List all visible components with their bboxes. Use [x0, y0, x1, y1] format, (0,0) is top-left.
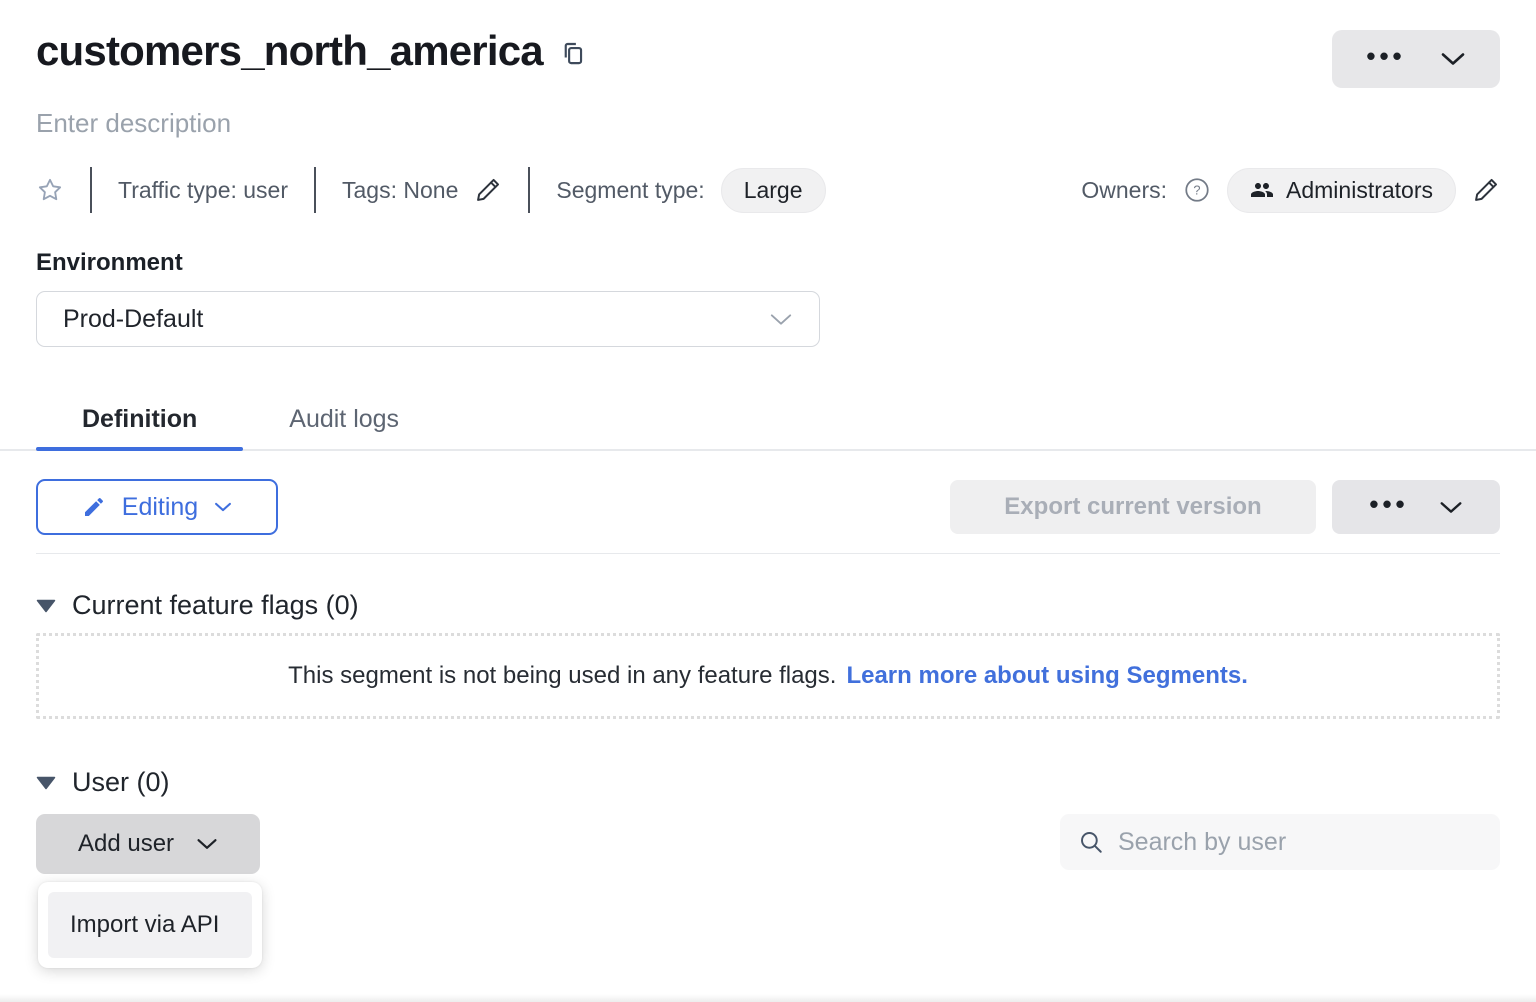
- star-icon: [36, 176, 64, 204]
- add-user-dropdown-menu: Import via API: [38, 882, 262, 968]
- edit-tags-button[interactable]: [474, 176, 502, 204]
- bottom-edge-shadow: [0, 994, 1536, 1002]
- copy-name-button[interactable]: [559, 38, 586, 68]
- user-search-box: [1060, 814, 1500, 870]
- tab-definition[interactable]: Definition: [36, 389, 243, 449]
- traffic-type-label: Traffic type: user: [118, 177, 288, 204]
- segment-more-actions-button[interactable]: •••: [1332, 30, 1500, 88]
- search-by-user-input[interactable]: [1118, 828, 1482, 857]
- environment-select[interactable]: Prod-Default: [36, 291, 820, 347]
- chevron-down-icon: [1439, 500, 1463, 515]
- learn-more-link[interactable]: Learn more about using Segments.: [846, 662, 1247, 690]
- tab-audit-logs[interactable]: Audit logs: [243, 389, 445, 449]
- ellipsis-icon: •••: [1369, 491, 1408, 517]
- edit-owners-button[interactable]: [1472, 176, 1500, 204]
- ellipsis-icon: •••: [1366, 43, 1405, 69]
- divider: [90, 167, 92, 213]
- owners-badge[interactable]: Administrators: [1227, 168, 1456, 213]
- environment-label: Environment: [36, 249, 1500, 277]
- tab-bar: Definition Audit logs: [0, 389, 1536, 451]
- caret-down-icon: [36, 598, 56, 613]
- environment-selected-value: Prod-Default: [63, 305, 203, 334]
- segment-type-badge: Large: [721, 168, 826, 213]
- favorite-star-button[interactable]: [36, 176, 64, 204]
- export-current-version-button[interactable]: Export current version: [950, 480, 1316, 534]
- definition-more-actions-button[interactable]: •••: [1332, 480, 1500, 534]
- editing-status-dropdown[interactable]: Editing: [36, 479, 278, 535]
- chevron-down-icon: [769, 312, 793, 327]
- help-icon[interactable]: ?: [1183, 176, 1211, 204]
- search-icon: [1078, 829, 1104, 855]
- add-user-dropdown-wrap: Add user Import via API: [36, 814, 260, 874]
- chevron-down-icon: [1440, 51, 1466, 67]
- divider: [36, 553, 1500, 554]
- segment-type-group: Segment type: Large: [556, 168, 825, 213]
- definition-toolbar: Editing Export current version •••: [36, 479, 1500, 535]
- toolbar-right-group: Export current version •••: [950, 480, 1500, 534]
- caret-down-icon: [36, 775, 56, 790]
- owners-label: Owners:: [1081, 177, 1167, 204]
- add-user-button[interactable]: Add user: [36, 814, 260, 874]
- user-actions-row: Add user Import via API: [36, 814, 1500, 874]
- page-title: customers_north_america: [36, 26, 543, 76]
- people-icon: [1250, 178, 1274, 202]
- title-row: customers_north_america •••: [36, 0, 1500, 88]
- tags-label: Tags: None: [342, 177, 458, 204]
- chevron-down-icon: [196, 837, 218, 851]
- segment-detail-page: customers_north_america ••• Enter descri…: [0, 0, 1536, 1002]
- pencil-filled-icon: [82, 495, 106, 519]
- copy-icon: [559, 38, 586, 68]
- feature-flags-empty-state: This segment is not being used in any fe…: [36, 633, 1500, 719]
- editing-status-label: Editing: [122, 493, 198, 522]
- user-heading: User (0): [72, 767, 170, 798]
- chevron-down-icon: [214, 501, 232, 513]
- pencil-icon: [474, 176, 502, 204]
- divider: [314, 167, 316, 213]
- description-placeholder[interactable]: Enter description: [36, 108, 1500, 139]
- feature-flags-section-header[interactable]: Current feature flags (0): [36, 590, 1500, 621]
- user-section-header[interactable]: User (0): [36, 767, 1500, 798]
- segment-type-label: Segment type:: [556, 177, 704, 204]
- menu-item-import-via-api[interactable]: Import via API: [48, 892, 252, 958]
- meta-row: Traffic type: user Tags: None Segment ty…: [36, 167, 1500, 213]
- empty-state-text: This segment is not being used in any fe…: [288, 662, 836, 690]
- feature-flags-heading: Current feature flags (0): [72, 590, 359, 621]
- owners-value: Administrators: [1286, 177, 1433, 204]
- divider: [528, 167, 530, 213]
- pencil-icon: [1472, 176, 1500, 204]
- svg-text:?: ?: [1193, 183, 1200, 198]
- add-user-label: Add user: [78, 830, 174, 858]
- tags-group: Tags: None: [342, 176, 502, 204]
- owners-group: Owners: ? Administrators: [1081, 168, 1500, 213]
